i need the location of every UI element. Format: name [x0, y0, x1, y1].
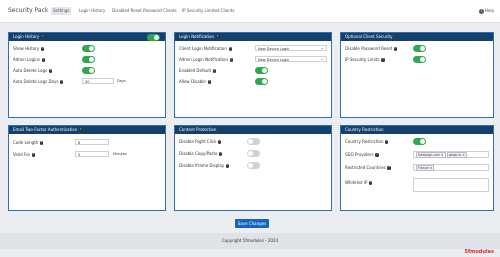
disable-password-reset-label: Disable Password Reset ? — [345, 46, 398, 51]
disable-copy-paste-toggle[interactable] — [247, 150, 260, 157]
tab-ip-security-limited-clients[interactable]: IP Security Limited Clients — [180, 7, 236, 15]
auto-delete-days-label: Auto Delete Logs Days ? — [13, 79, 64, 84]
content-protection-panel: Content Protection Disable Right Click ?… — [174, 125, 332, 211]
geo-providers-multiselect[interactable]: freeipapi.com × geoip.io × — [413, 151, 489, 158]
days-unit: Days — [117, 79, 126, 83]
info-icon: ? — [375, 153, 379, 157]
help-icon: ? — [478, 9, 484, 14]
disable-copy-paste-label: Disable Copy/Paste ? — [179, 151, 223, 156]
email-2fa-header: Email Two-Factor Authentication ? — [9, 126, 165, 134]
country-restriction-label: Country Restriction ? — [345, 139, 389, 144]
info-icon: ? — [40, 141, 44, 145]
login-notification-header: Login Notification ? — [175, 33, 331, 41]
restricted-countries-multiselect[interactable]: France × — [413, 164, 489, 171]
enabled-default-label: Enabled Default ? — [179, 68, 217, 73]
country-chip[interactable]: France × — [416, 165, 435, 171]
ip-security-limits-label: IP Security Limits ? — [345, 57, 385, 62]
info-icon: ? — [41, 58, 45, 62]
info-icon: ? — [79, 128, 83, 132]
info-icon: ? — [215, 35, 219, 39]
valid-for-input[interactable]: 5 — [75, 151, 109, 157]
disable-right-click-toggle[interactable] — [247, 138, 260, 145]
help-link[interactable]: ? Help — [478, 8, 494, 14]
top-navigation-bar: Security Pack Settings Login History Dis… — [0, 0, 500, 23]
code-length-label: Code Length ? — [13, 140, 44, 145]
restricted-countries-label: Restricted Countries ? — [345, 165, 391, 170]
info-icon: ? — [369, 181, 373, 185]
optional-client-security-panel: Optional Client Security Disable Passwor… — [340, 32, 494, 118]
panel-title: Optional Client Security — [345, 34, 393, 39]
country-restriction-toggle[interactable] — [413, 138, 426, 145]
info-icon: ? — [60, 80, 64, 84]
info-icon: ? — [387, 166, 391, 170]
save-changes-button[interactable]: Save Changes — [235, 219, 269, 228]
panel-title: Login Notification — [179, 34, 215, 39]
ip-security-limits-toggle[interactable] — [413, 56, 426, 63]
auto-delete-days-input[interactable]: 30 — [82, 78, 114, 84]
login-history-master-toggle[interactable] — [147, 34, 160, 41]
info-icon: ? — [41, 35, 45, 39]
info-icon: ? — [381, 58, 385, 62]
country-restriction-header: Country Restriction — [341, 126, 493, 134]
optional-client-security-header: Optional Client Security — [341, 33, 493, 41]
app-title: Security Pack — [8, 7, 49, 14]
geo-provider-chip[interactable]: freeipapi.com × — [416, 152, 446, 158]
admin-login-notification-select[interactable]: New Device Login — [255, 56, 327, 62]
content-protection-header: Content Protection — [175, 126, 331, 134]
info-icon: ? — [31, 153, 36, 157]
tab-settings[interactable]: Settings — [51, 7, 72, 15]
login-notification-panel: Login Notification ? Client Login Notifi… — [174, 32, 332, 118]
auto-delete-logs-label: Auto Delete Logs ? — [13, 68, 53, 73]
info-icon: ? — [394, 47, 398, 51]
show-history-label: Show History ? — [13, 46, 45, 51]
tab-login-history[interactable]: Login History — [77, 7, 107, 15]
code-length-input[interactable]: 6 — [75, 139, 109, 145]
info-icon: ? — [218, 140, 222, 144]
valid-for-label: Valid For ? — [13, 152, 36, 157]
panel-title: Country Restriction — [345, 127, 384, 132]
info-icon: ? — [219, 152, 223, 156]
disable-password-reset-toggle[interactable] — [413, 45, 426, 52]
info-icon: ? — [41, 47, 45, 51]
disable-iframe-toggle[interactable] — [247, 162, 260, 169]
email-2fa-panel: Email Two-Factor Authentication ? Code L… — [8, 125, 166, 211]
login-history-panel: Login History ? Show History ? Admin Log… — [8, 32, 166, 118]
disable-iframe-label: Disable Iframe Display ? — [179, 163, 230, 168]
minutes-unit: Minutes — [113, 152, 127, 156]
info-icon: ? — [225, 164, 230, 168]
auto-delete-logs-toggle[interactable] — [82, 67, 95, 74]
whitelist-ip-label: Whitelist IP ? — [345, 180, 373, 185]
allow-disable-toggle[interactable] — [255, 78, 268, 85]
geo-providers-label: GEO Providers ? — [345, 152, 379, 157]
panel-title: Login History — [13, 34, 40, 39]
admin-login-notification-label: Admin Login Notification ? — [179, 57, 234, 62]
login-history-header: Login History ? — [9, 33, 165, 41]
help-label: Help — [484, 8, 494, 13]
show-history-toggle[interactable] — [82, 45, 95, 52]
panel-title: Content Protection — [179, 127, 217, 132]
copyright-text: Copyright 5fmodules - 2024 — [221, 238, 278, 243]
geo-provider-chip[interactable]: geoip.io × — [446, 152, 467, 158]
tab-disabled-reset-password-clients[interactable]: Disabled Reset Password Clients — [110, 7, 179, 15]
info-icon: ? — [385, 140, 389, 144]
enabled-default-toggle[interactable] — [255, 67, 268, 74]
panel-title: Email Two-Factor Authentication — [13, 127, 78, 132]
info-icon: ? — [207, 80, 211, 84]
client-login-notification-label: Client Login Notification ? — [179, 46, 232, 51]
brand-logo: 5fmodules — [464, 249, 494, 255]
whitelist-ip-textarea[interactable] — [413, 178, 489, 192]
brand-text: 5fmodules — [464, 249, 494, 255]
info-icon: ? — [229, 58, 234, 62]
client-login-notification-select[interactable]: New Device Login — [255, 45, 327, 51]
info-icon: ? — [212, 69, 217, 73]
info-icon: ? — [48, 69, 53, 73]
allow-disable-label: Allow Disable ? — [179, 79, 211, 84]
country-restriction-panel: Country Restriction Country Restriction … — [340, 125, 494, 211]
admin-logins-label: Admin Logins ? — [13, 57, 45, 62]
admin-logins-toggle[interactable] — [82, 56, 95, 63]
disable-right-click-label: Disable Right Click ? — [179, 139, 222, 144]
info-icon: ? — [228, 47, 232, 51]
footer: Copyright 5fmodules - 2024 — [0, 233, 500, 249]
